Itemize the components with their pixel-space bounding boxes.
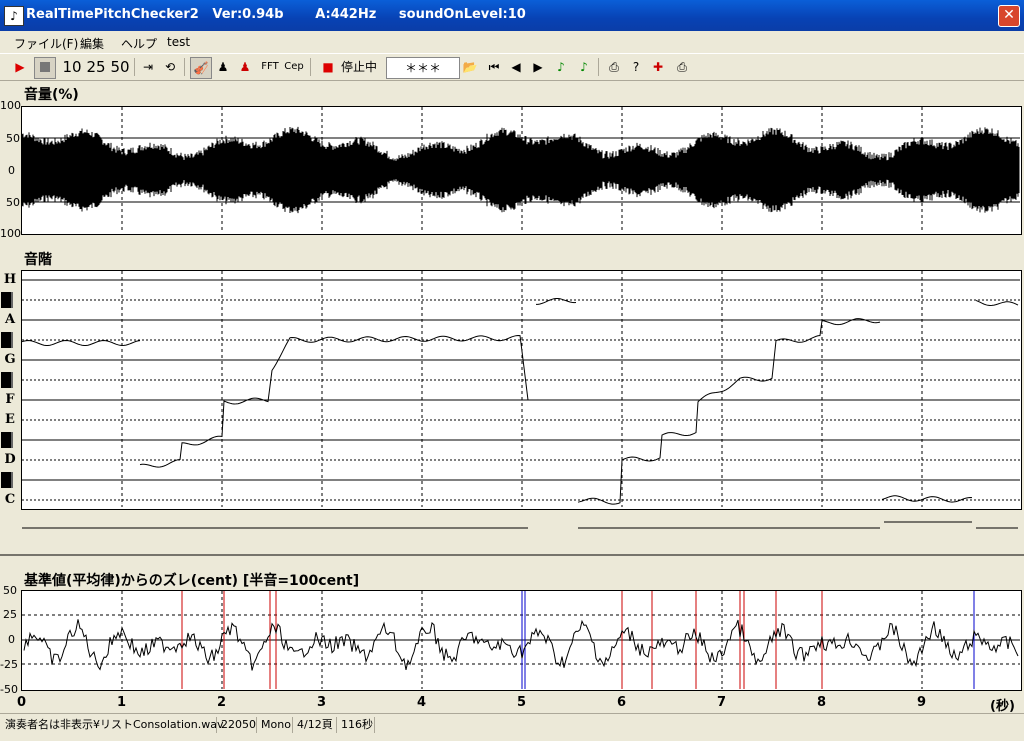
plot-canvas bbox=[0, 107, 1024, 689]
status-rate: 22050 bbox=[218, 717, 257, 733]
pitch-contour bbox=[881, 495, 973, 503]
waveform-trace bbox=[21, 126, 1020, 214]
cent-deviation-trace bbox=[23, 619, 1019, 671]
pitch-contour bbox=[975, 299, 1019, 307]
pitch-contour bbox=[139, 334, 529, 468]
status-page: 4/12頁 bbox=[294, 717, 337, 733]
pitch-contour bbox=[536, 298, 577, 305]
status-channels: Mono bbox=[258, 717, 293, 733]
status-duration: 116秒 bbox=[338, 717, 375, 733]
status-bar: 演奏者名は非表示¥リストConsolation.wav 22050 Mono 4… bbox=[0, 713, 1024, 741]
status-file: 演奏者名は非表示¥リストConsolation.wav bbox=[2, 717, 223, 733]
pitch-contour bbox=[577, 318, 881, 505]
